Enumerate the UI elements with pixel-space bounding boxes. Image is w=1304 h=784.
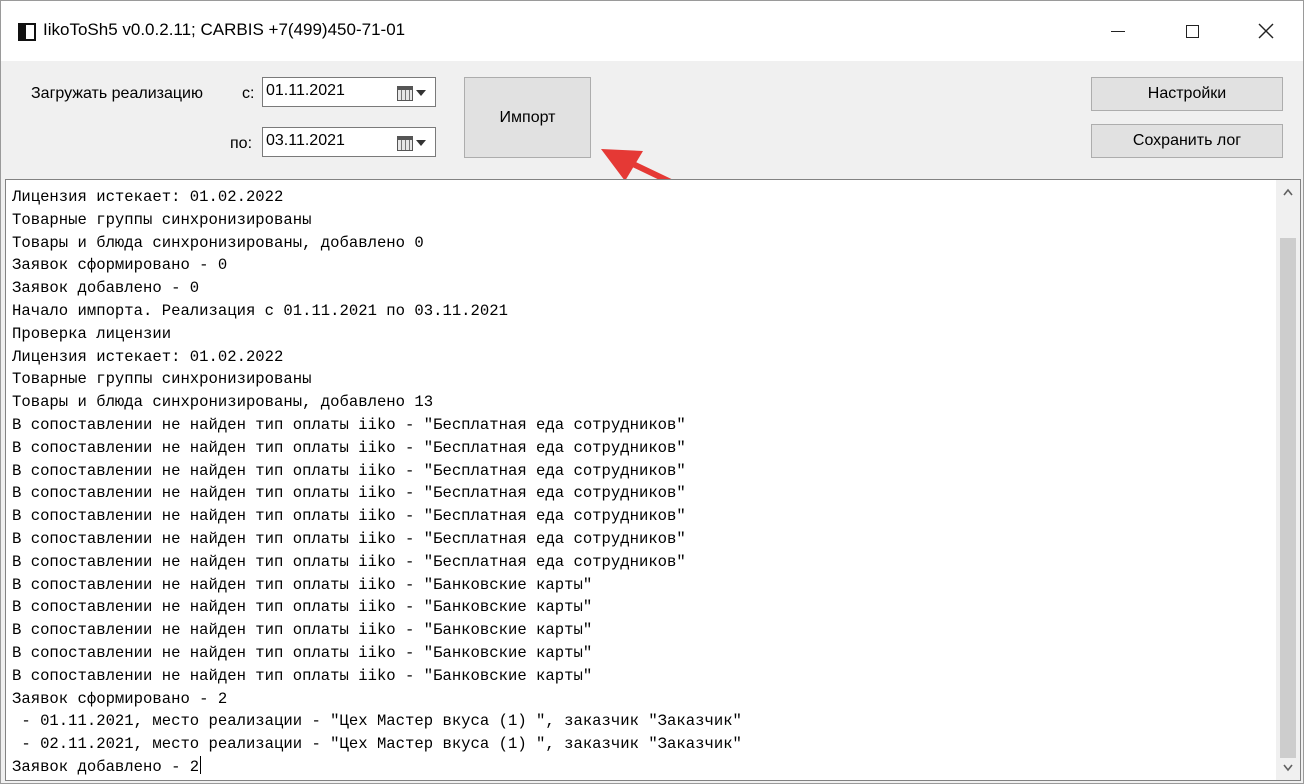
log-line: Лицензия истекает: 01.02.2022 [12,347,284,366]
text-caret [200,755,202,774]
maximize-icon [1185,24,1199,38]
log-line: Заявок добавлено - 0 [12,279,200,298]
log-line: В сопоставлении не найден тип оплаты iik… [12,575,593,594]
title-bar[interactable]: IikoToSh5 v0.0.2.11; CARBIS +7(499)450-7… [1,1,1303,61]
log-line: В сопоставлении не найден тип оплаты iik… [12,507,686,526]
log-line: Заявок сформировано - 2 [12,689,228,708]
log-line: Заявок добавлено - 2 [12,755,202,776]
close-button[interactable] [1229,1,1303,61]
scroll-down-button[interactable] [1276,756,1300,780]
app-icon[interactable] [18,23,36,41]
scroll-up-button[interactable] [1276,180,1300,204]
import-button[interactable]: Импорт [464,77,591,158]
maximize-button[interactable] [1155,1,1229,61]
log-line: Начало импорта. Реализация с 01.11.2021 … [12,301,508,320]
settings-button[interactable]: Настройки [1091,77,1283,111]
log-line: - 02.11.2021, место реализации - "Цех Ма… [12,735,742,754]
log-line: В сопоставлении не найден тип оплаты iik… [12,415,686,434]
date-to-value[interactable]: 03.11.2021 [266,132,345,150]
log-line: В сопоставлении не найден тип оплаты iik… [12,666,593,685]
log-line: Лицензия истекает: 01.02.2022 [12,188,284,206]
log-line: В сопоставлении не найден тип оплаты iik… [12,621,593,640]
date-to-dropdown[interactable] [397,134,431,152]
minimize-icon [1111,30,1125,32]
chevron-down-icon [1283,764,1293,772]
log-line: В сопоставлении не найден тип оплаты iik… [12,438,686,457]
log-line: В сопоставлении не найден тип оплаты iik… [12,461,686,480]
save-log-button[interactable]: Сохранить лог [1091,124,1283,158]
vertical-scrollbar[interactable] [1276,180,1300,780]
window-title: IikoToSh5 v0.0.2.11; CARBIS +7(499)450-7… [43,20,406,39]
load-sales-label: Загружать реализацию [31,85,203,102]
log-line: В сопоставлении не найден тип оплаты iik… [12,529,686,548]
log-line: - 01.11.2021, место реализации - "Цех Ма… [12,712,742,731]
date-from-picker[interactable]: 01.11.2021 [262,77,436,107]
log-line: Товары и блюда синхронизированы, добавле… [12,393,434,412]
minimize-button[interactable] [1081,1,1155,61]
date-to-picker[interactable]: 03.11.2021 [262,127,436,157]
chevron-up-icon [1283,188,1293,196]
log-line: В сопоставлении не найден тип оплаты iik… [12,484,686,503]
log-line: Заявок сформировано - 0 [12,256,228,275]
log-line: В сопоставлении не найден тип оплаты iik… [12,643,593,662]
date-to-label: по: [230,135,253,152]
close-icon [1258,23,1274,39]
date-from-label: с: [242,85,255,102]
date-from-dropdown[interactable] [397,84,431,102]
calendar-icon [397,135,413,151]
log-content[interactable]: Лицензия истекает: 01.02.2022 Товарные гр… [12,186,1274,779]
log-line: Товарные группы синхронизированы [12,210,312,229]
date-from-value[interactable]: 01.11.2021 [266,82,345,100]
log-line: В сопоставлении не найден тип оплаты iik… [12,552,686,571]
log-line: Товары и блюда синхронизированы, добавле… [12,233,424,252]
chevron-down-icon [416,90,426,96]
app-window: IikoToSh5 v0.0.2.11; CARBIS +7(499)450-7… [0,0,1304,784]
log-textarea[interactable]: Лицензия истекает: 01.02.2022 Товарные гр… [5,179,1301,781]
calendar-icon [397,85,413,101]
log-line: Товарные группы синхронизированы [12,370,312,389]
scroll-thumb[interactable] [1280,238,1296,758]
log-line: В сопоставлении не найден тип оплаты iik… [12,598,593,617]
chevron-down-icon [416,140,426,146]
log-line: Проверка лицензии [12,324,172,343]
